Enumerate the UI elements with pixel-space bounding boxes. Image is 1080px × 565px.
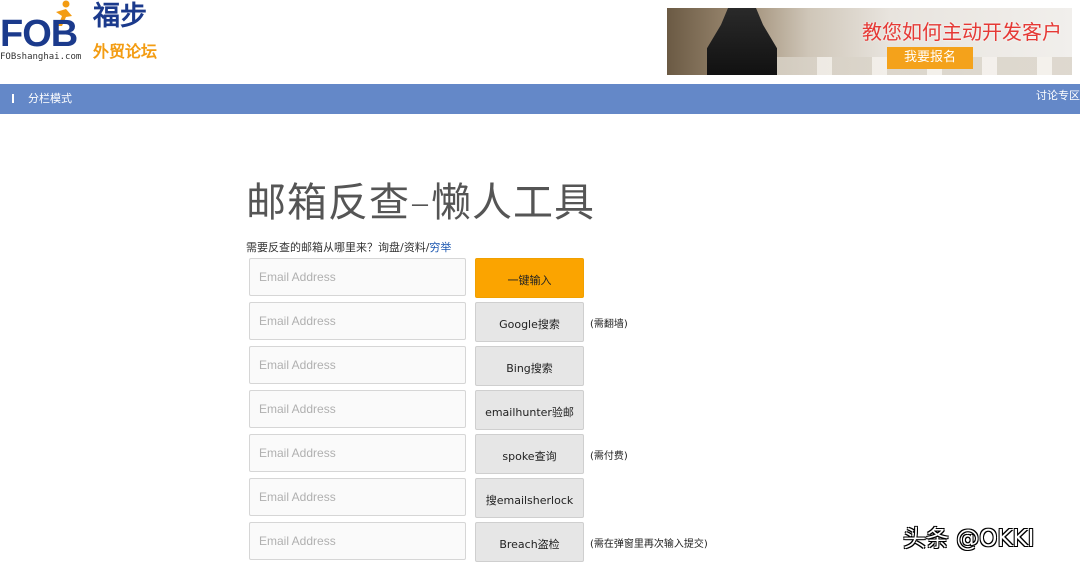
email-input[interactable]	[249, 390, 466, 428]
logo-subtitle: 外贸论坛	[93, 42, 158, 61]
column-mode-toggle[interactable]: 分栏模式	[12, 84, 72, 114]
emailsherlock-search-button[interactable]: 搜emailsherlock	[475, 478, 584, 518]
source-question-text: 需要反查的邮箱从哪里来？询盘/资料/	[246, 241, 430, 254]
brute-force-link[interactable]: 穷举	[429, 241, 451, 254]
ad-signup-button[interactable]: 我要报名	[887, 47, 973, 69]
email-input[interactable]	[249, 258, 466, 296]
email-input[interactable]	[249, 346, 466, 384]
logo-brand: FOB	[0, 13, 78, 55]
email-input[interactable]	[249, 302, 466, 340]
row-note: (需付费)	[590, 451, 628, 462]
site-header: FOB FOBshanghai.com 福步 外贸论坛 教您如何主动开发客户 我…	[0, 0, 1080, 83]
row-note: (需在弹窗里再次输入提交)	[590, 539, 708, 550]
spoke-query-button[interactable]: spoke查询	[475, 434, 584, 474]
google-search-button[interactable]: Google搜索	[475, 302, 584, 342]
row-note: (需翻墙)	[590, 319, 628, 330]
emailhunter-verify-button[interactable]: emailhunter验邮	[475, 390, 584, 430]
logo-name: 福步	[93, 1, 147, 32]
breach-check-button[interactable]: Breach盗检	[475, 522, 584, 562]
site-logo[interactable]: FOB FOBshanghai.com 福步 外贸论坛	[0, 0, 170, 80]
discussion-area-link[interactable]: 讨论专区	[1036, 84, 1080, 108]
bing-search-button[interactable]: Bing搜索	[475, 346, 584, 386]
column-mode-icon	[12, 94, 24, 103]
nav-bar: 分栏模式 讨论专区	[0, 84, 1080, 114]
email-input[interactable]	[249, 478, 466, 516]
page-title: 邮箱反查–懒人工具	[246, 180, 595, 226]
watermark: 头条 @OKKI	[903, 526, 1035, 552]
column-mode-label: 分栏模式	[28, 92, 72, 105]
ad-person-image	[707, 8, 777, 75]
ad-banner[interactable]: 教您如何主动开发客户 我要报名	[667, 8, 1072, 75]
one-click-input-button[interactable]: 一键输入	[475, 258, 584, 298]
ad-title: 教您如何主动开发客户	[862, 20, 1062, 44]
logo-domain: FOBshanghai.com	[0, 52, 82, 62]
source-question: 需要反查的邮箱从哪里来？询盘/资料/穷举	[246, 239, 451, 255]
email-input[interactable]	[249, 434, 466, 472]
email-input[interactable]	[249, 522, 466, 560]
